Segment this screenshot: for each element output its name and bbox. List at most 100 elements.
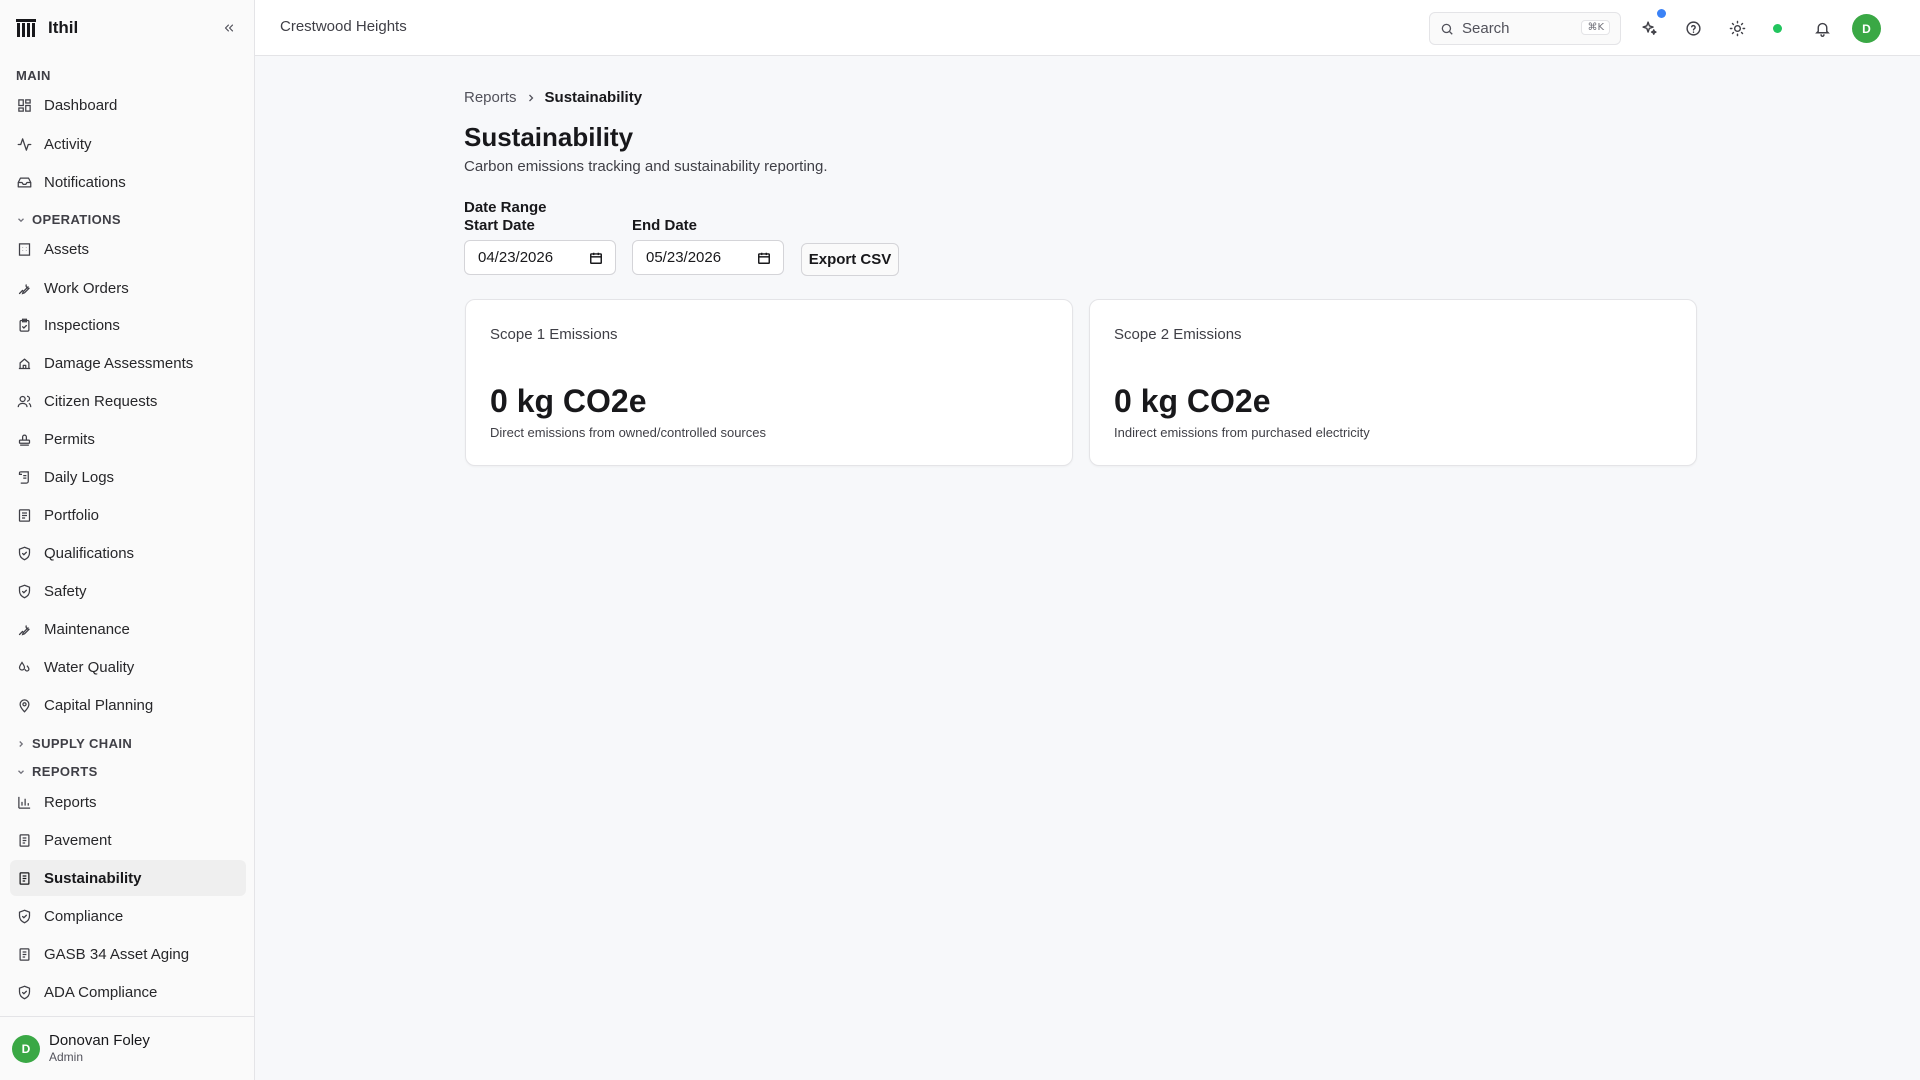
sidebar-item-portfolio[interactable]: Portfolio <box>10 497 246 533</box>
card-value: 0 kg CO2e <box>1114 383 1271 419</box>
sidebar-item-label: Assets <box>44 240 90 258</box>
wrench-icon <box>16 621 32 637</box>
avatar[interactable]: D <box>1852 14 1881 43</box>
sidebar-item-maintenance[interactable]: Maintenance <box>10 611 246 647</box>
sidebar-item-gasb-34-asset-aging[interactable]: GASB 34 Asset Aging <box>10 936 246 972</box>
portfolio-icon <box>16 507 32 523</box>
theme-toggle-icon[interactable] <box>1726 17 1748 39</box>
page-title: Sustainability <box>464 122 634 152</box>
sidebar-item-qualifications[interactable]: Qualifications <box>10 535 246 571</box>
sidebar-item-label: Citizen Requests <box>44 392 158 410</box>
start-date-value: 04/23/2026 <box>478 249 554 266</box>
users-icon <box>16 393 32 409</box>
sidebar-item-safety[interactable]: Safety <box>10 573 246 609</box>
sidebar-item-label: Capital Planning <box>44 696 154 714</box>
avatar: D <box>12 1034 40 1063</box>
top-bar: Crestwood Heights Search ⌘K D <box>255 0 1920 56</box>
sidebar-item-inspections[interactable]: Inspections <box>10 307 246 343</box>
sidebar-item-label: Activity <box>44 135 92 153</box>
sidebar-item-citizen-requests[interactable]: Citizen Requests <box>10 383 246 419</box>
calendar-icon[interactable] <box>757 251 771 265</box>
start-date-label: Start Date <box>464 217 535 234</box>
start-date-field[interactable]: 04/23/2026 <box>464 240 616 275</box>
sidebar-item-work-orders[interactable]: Work Orders <box>10 270 246 306</box>
breadcrumb-link-reports[interactable]: Reports <box>464 89 517 106</box>
inbox-icon <box>16 174 32 190</box>
collapse-sidebar-icon[interactable] <box>218 17 240 39</box>
help-icon[interactable] <box>1682 17 1704 39</box>
card-value: 0 kg CO2e <box>490 383 647 419</box>
file-text-icon <box>16 946 32 962</box>
breadcrumb-current: Sustainability <box>544 89 643 106</box>
bell-icon[interactable] <box>1811 17 1833 39</box>
sidebar-item-label: Compliance <box>44 907 124 925</box>
droplets-icon <box>16 659 32 675</box>
wrench-icon <box>16 280 32 296</box>
sidebar-item-ada-compliance[interactable]: ADA Compliance <box>10 974 246 1010</box>
sidebar-item-damage-assessments[interactable]: Damage Assessments <box>10 345 246 381</box>
section-label-main: MAIN <box>16 68 51 83</box>
sidebar-item-label: Safety <box>44 582 87 600</box>
sidebar-item-label: Reports <box>44 793 97 811</box>
app-logo-icon[interactable] <box>14 16 38 40</box>
map-pin-icon <box>16 697 32 713</box>
sidebar-item-notifications[interactable]: Notifications <box>10 164 246 200</box>
file-text-icon <box>16 870 32 886</box>
group-toggle-reports[interactable]: REPORTS <box>16 764 98 779</box>
tenant-name: Crestwood Heights <box>280 18 407 35</box>
sidebar-item-capital-planning[interactable]: Capital Planning <box>10 687 246 723</box>
scope-2-emissions-card: Scope 2 Emissions 0 kg CO2e Indirect emi… <box>1089 299 1697 466</box>
search-placeholder: Search <box>1462 20 1510 37</box>
sidebar-item-sustainability[interactable]: Sustainability <box>10 860 246 896</box>
shield-icon <box>16 583 32 599</box>
activity-icon <box>16 136 32 152</box>
sidebar-item-label: Portfolio <box>44 506 100 524</box>
sidebar-item-label: Qualifications <box>44 544 135 562</box>
sidebar-item-label: Inspections <box>44 316 120 334</box>
sidebar-item-permits[interactable]: Permits <box>10 421 246 457</box>
user-name: Donovan Foley <box>49 1031 150 1049</box>
end-date-field[interactable]: 05/23/2026 <box>632 240 784 275</box>
shield-check-icon <box>16 984 32 1000</box>
sidebar-item-activity[interactable]: Activity <box>10 126 246 162</box>
sidebar-item-label: Sustainability <box>44 869 142 887</box>
sidebar-item-label: ADA Compliance <box>44 983 158 1001</box>
sidebar-item-label: Damage Assessments <box>44 354 194 372</box>
end-date-value: 05/23/2026 <box>646 249 722 266</box>
card-description: Indirect emissions from purchased electr… <box>1114 425 1370 440</box>
group-label: OPERATIONS <box>32 212 121 227</box>
group-toggle-supply-chain[interactable]: SUPPLY CHAIN <box>16 736 132 751</box>
sidebar-item-reports[interactable]: Reports <box>10 784 246 820</box>
status-indicator[interactable] <box>1773 24 1782 33</box>
sidebar-item-label: Water Quality <box>44 658 135 676</box>
sidebar-item-label: Work Orders <box>44 279 129 297</box>
sidebar-item-compliance[interactable]: Compliance <box>10 898 246 934</box>
ai-sparkles-icon[interactable] <box>1638 17 1660 39</box>
file-text-icon <box>16 832 32 848</box>
user-role: Admin <box>49 1050 84 1065</box>
damage-icon <box>16 355 32 371</box>
page-subtitle: Carbon emissions tracking and sustainabi… <box>464 158 828 175</box>
sidebar-item-assets[interactable]: Assets <box>10 231 246 267</box>
chevron-right-icon <box>523 90 539 106</box>
sidebar: Ithil MAIN Dashboard Activity Notificati… <box>0 0 255 1080</box>
ai-notification-dot <box>1657 9 1666 18</box>
sidebar-item-label: Daily Logs <box>44 468 115 486</box>
export-csv-button[interactable]: Export CSV <box>801 243 899 276</box>
bar-chart-icon <box>16 794 32 810</box>
calendar-icon[interactable] <box>589 251 603 265</box>
user-menu[interactable]: D Donovan Foley Admin <box>0 1016 255 1080</box>
sidebar-item-label: GASB 34 Asset Aging <box>44 945 190 963</box>
brand: Ithil <box>0 0 254 56</box>
shield-check-icon <box>16 908 32 924</box>
group-toggle-operations[interactable]: OPERATIONS <box>16 212 121 227</box>
sidebar-item-daily-logs[interactable]: Daily Logs <box>10 459 246 495</box>
sidebar-item-water-quality[interactable]: Water Quality <box>10 649 246 685</box>
group-label: REPORTS <box>32 764 98 779</box>
sidebar-item-dashboard[interactable]: Dashboard <box>10 87 246 123</box>
scroll-icon <box>16 469 32 485</box>
sidebar-item-label: Dashboard <box>44 96 118 114</box>
sidebar-item-pavement[interactable]: Pavement <box>10 822 246 858</box>
search-input[interactable]: Search ⌘K <box>1429 12 1621 45</box>
app-name: Ithil <box>48 18 79 37</box>
